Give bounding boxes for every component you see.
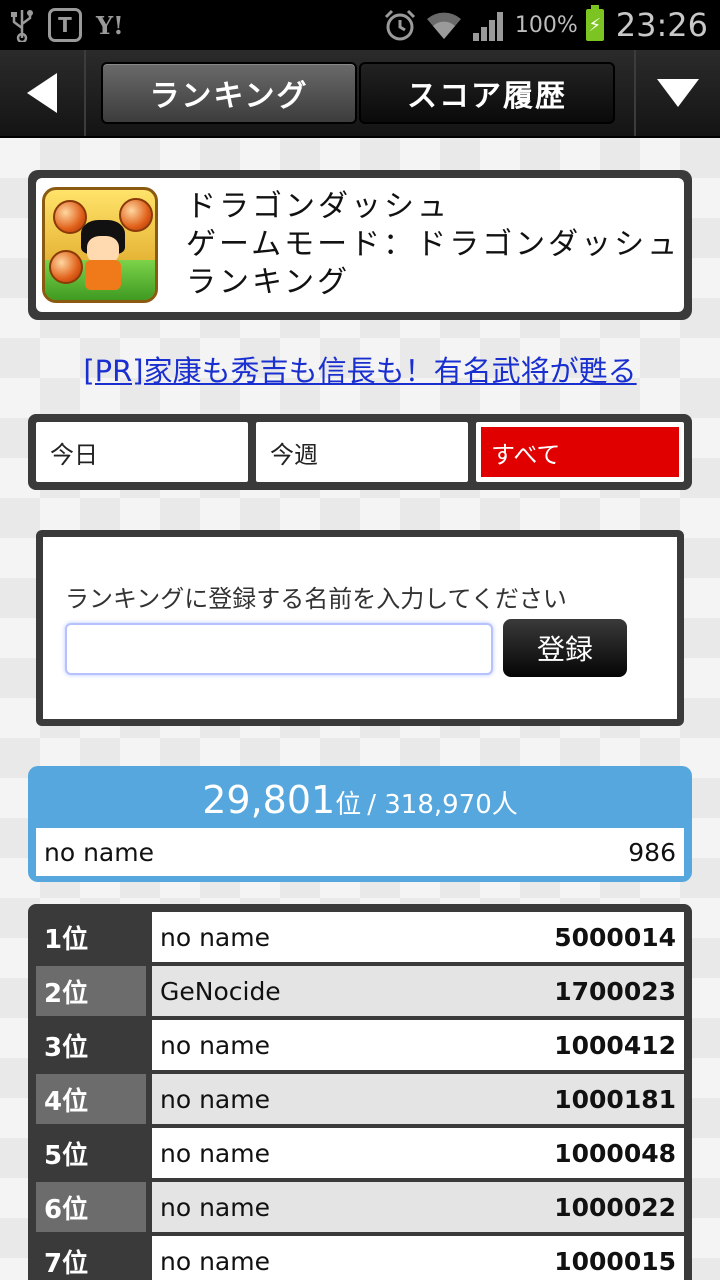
menu-dropdown-button[interactable] [634,50,720,136]
game-name: ドラゴンダッシュ [186,189,450,224]
player-score: 1000048 [554,1138,676,1168]
register-button[interactable]: 登録 [503,619,627,677]
status-bar: T Y! 100% ⚡ 23:26 [0,0,720,50]
yahoo-icon: Y! [96,10,124,40]
rank-position: 3位 [44,1032,89,1063]
table-row: 2位 GeNocide 1700023 [36,966,684,1016]
clock: 23:26 [615,6,708,44]
player-score: 1000412 [554,1030,676,1060]
player-score: 5000014 [554,922,676,952]
battery-icon: ⚡ [585,5,604,41]
table-row: 1位 no name 5000014 [36,912,684,962]
my-rank-number: 29,801 [202,778,336,822]
ranking-list: 1位 no name 5000014 2位 GeNocide 1700023 3位 … [28,904,692,1280]
player-name: no name [160,1030,270,1060]
player-name: no name [160,1084,270,1114]
player-score: 1000015 [554,1246,676,1276]
tab-ranking[interactable]: ランキング [101,62,357,124]
pr-ad-link[interactable]: [PR]家康も秀吉も信長も！有名武将が甦る [0,348,720,390]
content-area: ドラゴンダッシュ ゲームモード：ドラゴンダッシュ ランキング [PR]家康も秀吉… [0,138,720,1280]
back-button[interactable] [0,50,86,136]
table-row: 3位 no name 1000412 [36,1020,684,1070]
table-row: 6位 no name 1000022 [36,1182,684,1232]
player-name: no name [160,1138,270,1168]
player-name: no name [160,1246,270,1276]
rank-position: 5位 [44,1140,89,1171]
table-row: 5位 no name 1000048 [36,1128,684,1178]
player-score: 1000022 [554,1192,676,1222]
period-this-week[interactable]: 今週 [256,422,468,482]
game-app-icon [42,187,158,303]
t-app-icon: T [48,8,82,42]
period-all[interactable]: すべて [476,422,684,482]
period-all-label: すべて [481,427,679,477]
registration-prompt: ランキングに登録する名前を入力してください [65,585,567,613]
player-name: GeNocide [160,976,281,1006]
game-ranking-label: ランキング [186,265,351,300]
battery-percentage: 100% [514,12,578,38]
tab-score-history[interactable]: スコア履歴 [359,62,615,124]
game-title: ドラゴンダッシュ ゲームモード：ドラゴンダッシュ ランキング [186,188,680,302]
player-name: no name [160,1192,270,1222]
alarm-icon [383,8,417,42]
my-rank-name: no name [44,837,154,867]
rank-position: 4位 [36,1074,146,1124]
table-row: 4位 no name 1000181 [36,1074,684,1124]
back-arrow-icon [27,73,57,113]
rank-position: 7位 [44,1248,89,1279]
game-info-card: ドラゴンダッシュ ゲームモード：ドラゴンダッシュ ランキング [28,170,692,320]
rank-position: 1位 [44,924,89,955]
name-input[interactable] [65,623,493,675]
player-score: 1700023 [554,976,676,1006]
player-name: no name [160,922,270,952]
table-row: 7位 no name 1000015 [36,1236,684,1280]
my-rank-score: 986 [628,837,676,867]
period-filter: 今日 今週 すべて [28,414,692,490]
player-score: 1000181 [554,1084,676,1114]
rank-position: 6位 [36,1182,146,1232]
total-players: / 318,970人 [367,790,518,820]
game-mode: ゲームモード：ドラゴンダッシュ [186,227,681,262]
period-today[interactable]: 今日 [36,422,248,482]
name-registration-panel: ランキングに登録する名前を入力してください 登録 [36,530,684,726]
my-rank-card: 29,801 位 / 318,970人 no name 986 [28,766,692,882]
dropdown-arrow-icon [657,79,699,107]
nav-bar: ランキング スコア履歴 [0,50,720,138]
usb-icon [10,8,34,42]
my-rank-unit: 位 [335,790,362,820]
wifi-icon [425,9,463,41]
signal-icon [471,9,507,41]
rank-position: 2位 [36,966,146,1016]
